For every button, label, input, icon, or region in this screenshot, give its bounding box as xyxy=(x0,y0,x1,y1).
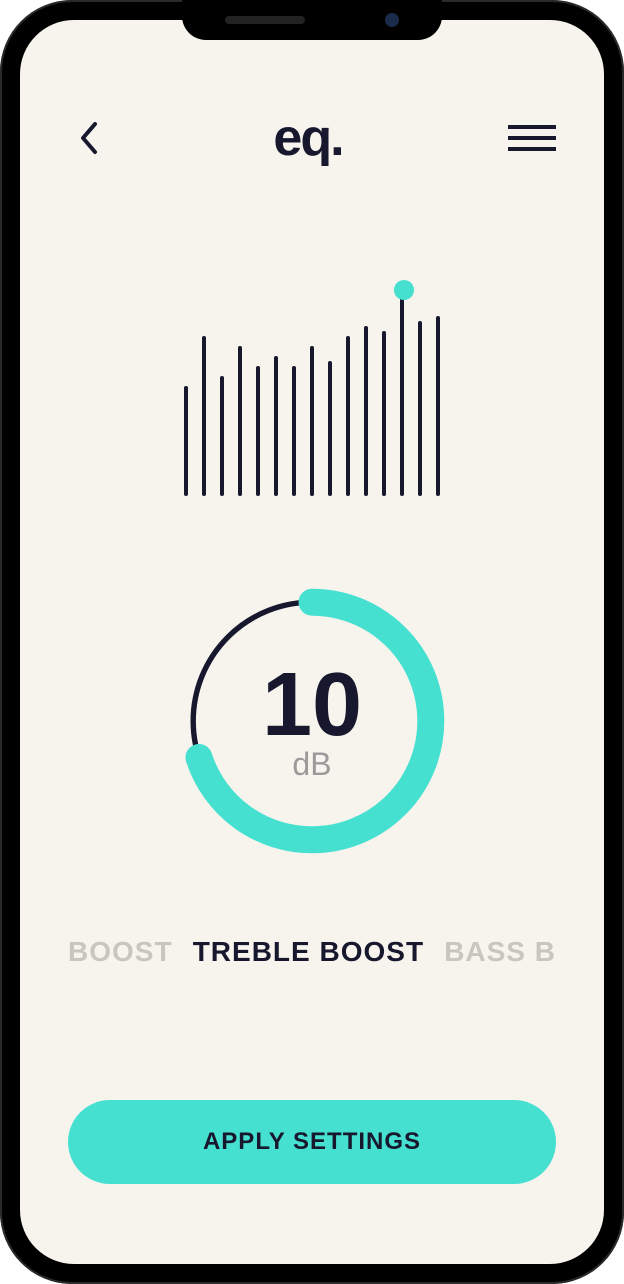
eq-bar xyxy=(256,366,260,496)
menu-button[interactable] xyxy=(508,118,556,158)
apply-settings-button[interactable]: APPLY SETTINGS xyxy=(68,1100,556,1184)
eq-bar xyxy=(238,346,242,496)
screen: eq. 10 dB xyxy=(20,20,604,1264)
gain-value: 10 xyxy=(262,660,362,750)
phone-notch xyxy=(182,0,442,40)
eq-peak-dot-icon xyxy=(394,280,414,300)
gain-unit: dB xyxy=(292,746,331,783)
mode-next[interactable]: BASS B xyxy=(444,936,556,968)
gain-dial[interactable]: 10 dB xyxy=(68,586,556,856)
eq-bar xyxy=(364,326,368,496)
eq-bar xyxy=(418,321,422,496)
phone-frame: eq. 10 dB xyxy=(0,0,624,1284)
back-button[interactable] xyxy=(68,118,108,158)
eq-bar xyxy=(202,336,206,496)
mode-current[interactable]: TREBLE BOOST xyxy=(193,936,424,968)
eq-bar xyxy=(400,296,404,496)
eq-bar xyxy=(184,386,188,496)
eq-bar xyxy=(220,376,224,496)
equalizer-visualizer[interactable] xyxy=(68,276,556,496)
front-camera xyxy=(385,13,399,27)
header: eq. xyxy=(68,110,556,166)
eq-bar xyxy=(274,356,278,496)
eq-bar xyxy=(346,336,350,496)
speaker-grille xyxy=(225,16,305,24)
eq-bar xyxy=(292,366,296,496)
chevron-left-icon xyxy=(77,120,99,156)
hamburger-icon xyxy=(508,125,556,129)
mode-prev[interactable]: BOOST xyxy=(68,936,173,968)
eq-bar xyxy=(328,361,332,496)
eq-bar xyxy=(310,346,314,496)
app-logo: eq. xyxy=(273,108,342,168)
mode-selector[interactable]: BOOST TREBLE BOOST BASS B xyxy=(68,936,556,968)
eq-bar xyxy=(382,331,386,496)
eq-bar xyxy=(436,316,440,496)
